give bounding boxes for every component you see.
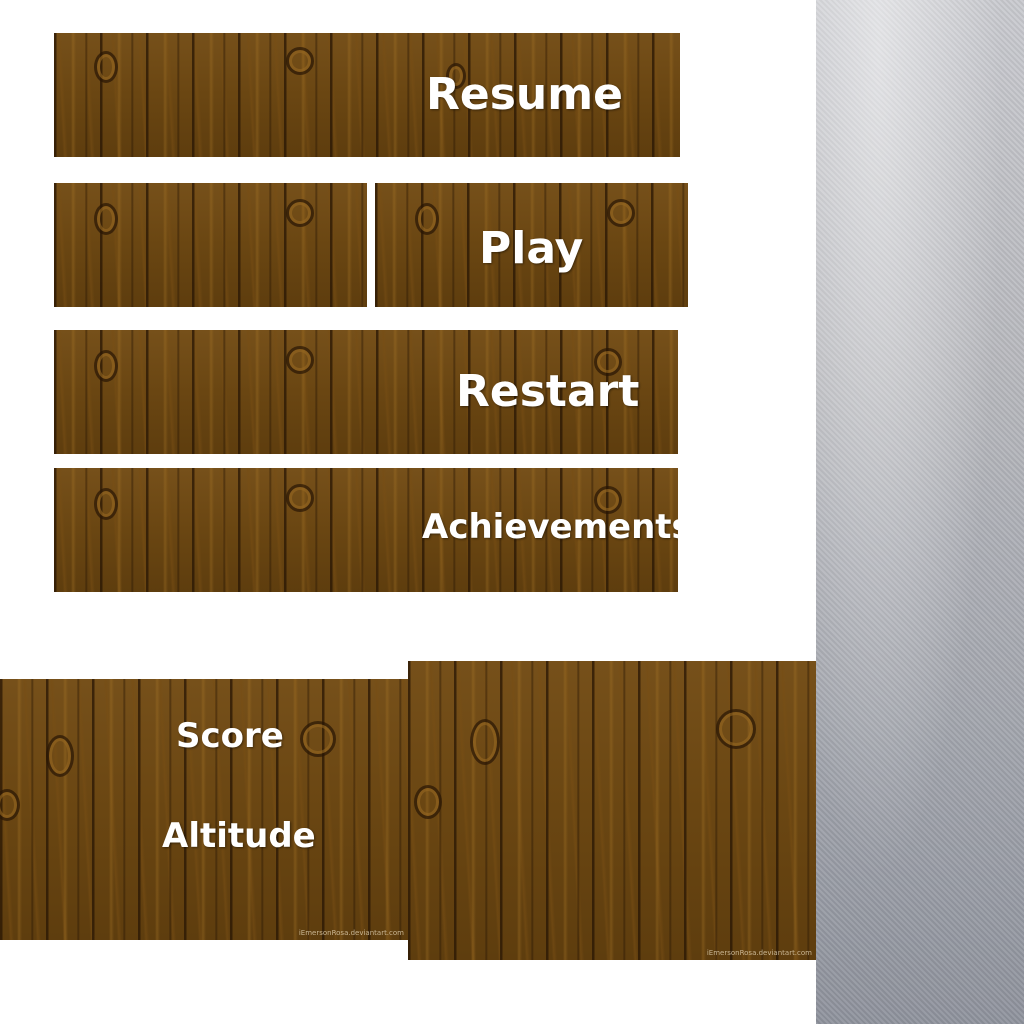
wood-knot <box>0 789 20 821</box>
wood-knot <box>94 51 118 83</box>
wood-knot <box>286 484 314 512</box>
watermark: iEmersonRosa.deviantart.com <box>706 949 812 957</box>
achievements-label: Achievements <box>422 507 678 547</box>
wood-knot <box>286 199 314 227</box>
wood-knot <box>414 785 442 819</box>
wood-knot <box>716 709 756 749</box>
wood-knot <box>94 350 118 382</box>
play-button[interactable]: Play <box>375 183 688 307</box>
wood-knot <box>46 735 74 777</box>
altitude-label: Altitude <box>162 816 316 856</box>
resume-label: Resume <box>426 69 623 120</box>
score-label: Score <box>176 716 284 756</box>
wood-knot <box>607 199 635 227</box>
play-label: Play <box>479 223 584 274</box>
play-button-left-tile[interactable] <box>54 183 367 307</box>
wood-knot <box>94 203 118 235</box>
hud-panel: Score Altitude iEmersonRosa.deviantart.c… <box>0 679 408 940</box>
restart-label: Restart <box>456 366 640 417</box>
wood-background-tile: iEmersonRosa.deviantart.com <box>408 661 816 960</box>
metal-texture-panel <box>816 0 1024 1024</box>
wood-knot <box>300 721 336 757</box>
watermark: iEmersonRosa.deviantart.com <box>298 929 404 937</box>
restart-button[interactable]: Restart <box>54 330 678 454</box>
wood-knot <box>415 203 439 235</box>
wood-knot <box>470 719 500 765</box>
achievements-button[interactable]: Achievements <box>54 468 678 592</box>
wood-knot <box>286 47 314 75</box>
wood-knot <box>286 346 314 374</box>
wood-knot <box>94 488 118 520</box>
resume-button[interactable]: Resume <box>54 33 680 157</box>
